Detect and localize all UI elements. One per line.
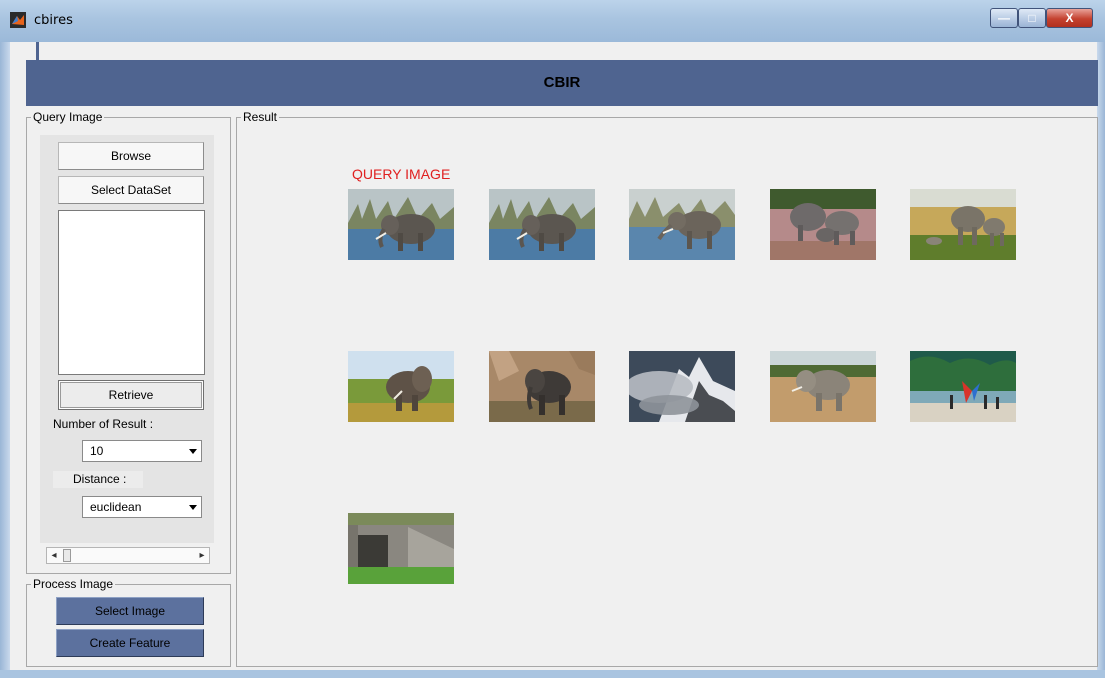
number-of-result-select[interactable]: 10	[82, 440, 202, 462]
result-thumbnail-1[interactable]	[489, 189, 595, 260]
number-of-result-value: 10	[90, 444, 104, 458]
maximize-button[interactable]: □	[1018, 8, 1046, 28]
title-bar[interactable]: cbires — □ X	[0, 0, 1105, 43]
query-image-panel-label: Query Image	[31, 110, 105, 124]
header-title: CBIR	[543, 74, 581, 91]
result-thumbnail-5[interactable]	[348, 351, 454, 422]
distance-value: euclidean	[90, 500, 142, 514]
result-thumbnail-8[interactable]	[770, 351, 876, 422]
dataset-listbox[interactable]	[58, 210, 205, 375]
result-thumbnail-6[interactable]	[489, 351, 595, 422]
distance-select[interactable]: euclidean	[82, 496, 202, 518]
process-image-panel-label: Process Image	[31, 577, 116, 591]
minimize-button[interactable]: —	[990, 8, 1018, 28]
distance-label-box: Distance :	[53, 471, 143, 488]
maximize-icon: □	[1028, 11, 1036, 25]
minimize-icon: —	[998, 11, 1010, 25]
header-tick	[36, 42, 39, 60]
result-thumbnail-9[interactable]	[910, 351, 1016, 422]
window-title: cbires	[34, 13, 73, 28]
matlab-icon	[10, 12, 26, 28]
scroll-right-icon[interactable]: ▸	[195, 548, 209, 563]
browse-button[interactable]: Browse	[58, 142, 204, 170]
window-frame-left	[0, 42, 10, 678]
result-thumbnail-2[interactable]	[629, 189, 735, 260]
select-image-button[interactable]: Select Image	[56, 597, 204, 625]
result-thumbnail-10[interactable]	[348, 513, 454, 584]
create-feature-button[interactable]: Create Feature	[56, 629, 204, 657]
close-button[interactable]: X	[1046, 8, 1093, 28]
scroll-left-icon[interactable]: ◂	[47, 548, 61, 563]
select-dataset-button[interactable]: Select DataSet	[58, 176, 204, 204]
result-thumbnail-3[interactable]	[770, 189, 876, 260]
window-frame-bottom	[0, 670, 1105, 678]
app-window: cbires — □ X CBIR Query Image Browse Sel…	[0, 0, 1105, 678]
scroll-thumb[interactable]	[63, 549, 71, 562]
result-thumbnail-4[interactable]	[910, 189, 1016, 260]
retrieve-button[interactable]: Retrieve	[58, 380, 204, 410]
number-of-result-label: Number of Result :	[53, 417, 154, 431]
chevron-down-icon	[189, 449, 197, 454]
query-image-label: QUERY IMAGE	[352, 166, 451, 182]
result-panel-label: Result	[241, 110, 280, 124]
app-header: CBIR	[26, 60, 1098, 106]
close-icon: X	[1065, 11, 1074, 25]
chevron-down-icon	[189, 505, 197, 510]
horizontal-scrollbar[interactable]: ◂ ▸	[46, 547, 210, 564]
window-frame-right	[1097, 42, 1105, 678]
result-thumbnail-7[interactable]	[629, 351, 735, 422]
distance-label: Distance :	[73, 472, 127, 486]
query-image-thumbnail[interactable]	[348, 189, 454, 260]
